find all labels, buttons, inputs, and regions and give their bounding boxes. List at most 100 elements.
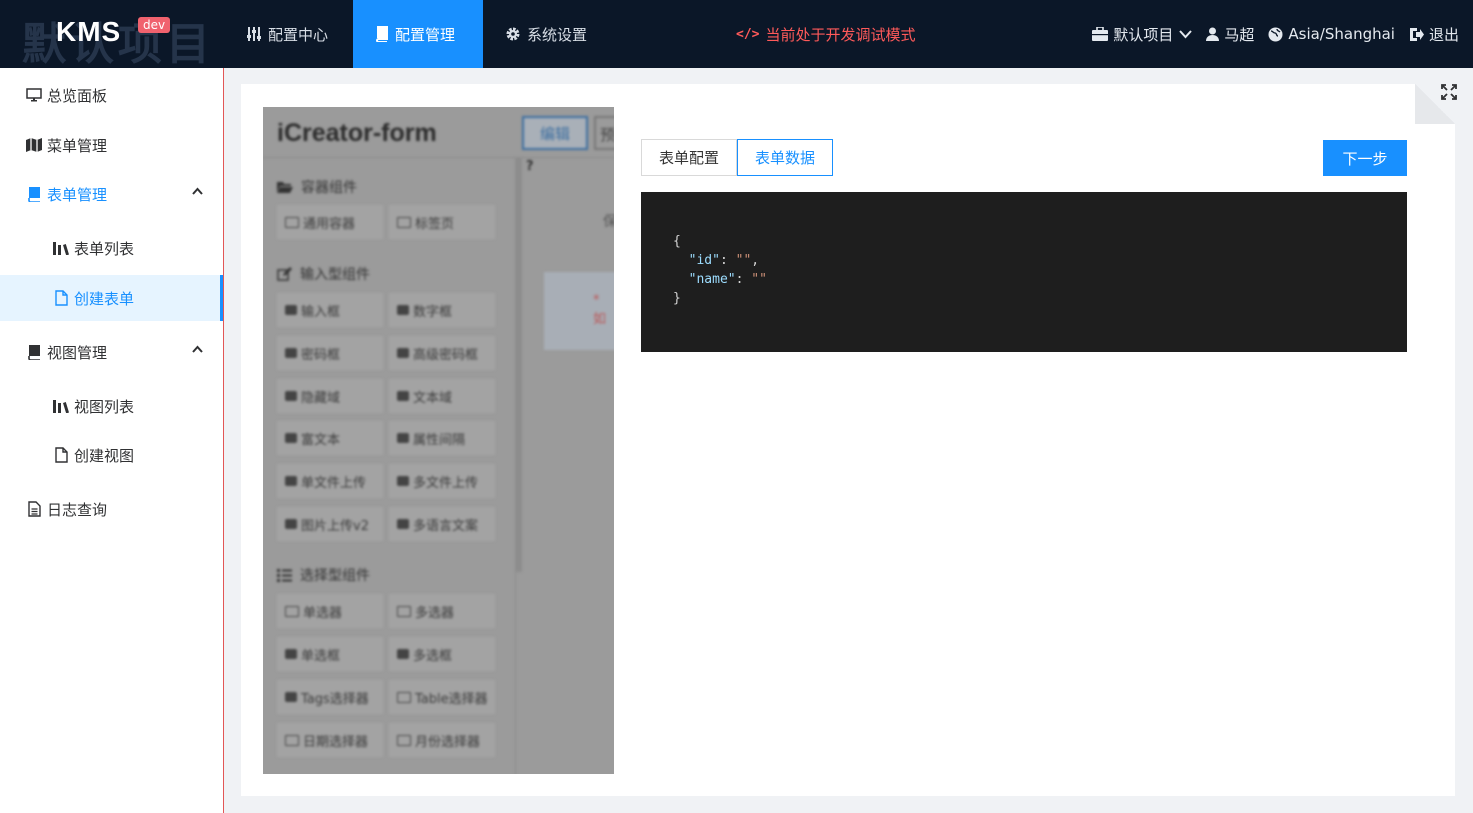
next-step-button[interactable]: 下一步 xyxy=(1323,140,1407,176)
timezone-selector[interactable]: Asia/Shanghai xyxy=(1268,25,1395,43)
json-open-brace: { xyxy=(673,234,681,249)
preview-component: 单选器 xyxy=(277,594,383,628)
preview-component: 多文件上传 xyxy=(389,464,495,498)
sidebar-item-label: 表单管理 xyxy=(47,185,108,204)
preview-component: 文本域 xyxy=(389,379,495,413)
nav-config-center[interactable]: 配置中心 xyxy=(224,0,350,68)
json-key: "name" xyxy=(688,272,736,287)
preview-component: 单文件上传 xyxy=(277,464,383,498)
book-icon xyxy=(375,26,389,42)
library-icon xyxy=(52,399,70,413)
preview-component: 密码框 xyxy=(277,336,383,370)
preview-component: 输入框 xyxy=(277,293,383,327)
user-name: 马超 xyxy=(1224,25,1255,44)
user-icon xyxy=(1206,27,1220,41)
preview-divider xyxy=(263,157,614,158)
sidebar-item-label: 视图列表 xyxy=(74,397,135,416)
sidebar-item-form-list[interactable]: 表单列表 xyxy=(0,225,223,271)
preview-category-label: 选择型组件 xyxy=(300,568,370,584)
sidebar-item-form-manage[interactable]: 表单管理 xyxy=(0,171,223,217)
preview-component: 多选框 xyxy=(389,637,495,671)
preview-category: 容器组件 xyxy=(277,177,357,197)
preview-second-label: 预 xyxy=(600,126,614,144)
preview-component: 日期选择器 xyxy=(277,723,383,757)
chevron-down-icon xyxy=(1179,29,1193,38)
file-icon xyxy=(52,447,70,463)
library-icon xyxy=(52,241,70,255)
book-icon xyxy=(25,186,43,202)
sidebar-item-create-form[interactable]: 创建表单 xyxy=(0,275,223,321)
edit-icon xyxy=(277,267,292,281)
globe-icon xyxy=(1268,27,1283,41)
sidebar-item-menu-manage[interactable]: 菜单管理 xyxy=(0,122,223,168)
nav-label: 配置中心 xyxy=(268,25,329,44)
form-tabs: 表单配置 表单数据 xyxy=(641,139,834,176)
sliders-icon xyxy=(246,26,262,42)
top-bar: 默认项目 KMS dev 配置中心 配置管理 系统设置 </> 当前处于开发调试… xyxy=(0,0,1473,68)
nav-label: 配置管理 xyxy=(395,25,456,44)
form-designer-preview: iCreator-form 编辑 预 ? 保 * 如 容器组件 通用容器 标签页 xyxy=(263,107,614,774)
file-icon xyxy=(52,290,70,306)
monitor-icon xyxy=(25,88,43,102)
preview-category-label: 输入型组件 xyxy=(300,267,370,283)
tab-form-data[interactable]: 表单数据 xyxy=(737,139,834,176)
code-icon: </> xyxy=(736,26,760,42)
preview-component: 高级密码框 xyxy=(389,336,495,370)
preview-category-label: 容器组件 xyxy=(301,180,357,196)
content-panel: iCreator-form 编辑 预 ? 保 * 如 容器组件 通用容器 标签页 xyxy=(241,84,1455,796)
brand-logo: KMS xyxy=(56,16,122,47)
json-preview[interactable]: { "id": "", "name": "" } xyxy=(641,192,1407,352)
preview-required-text: * 如 xyxy=(593,293,607,327)
book-icon xyxy=(25,344,43,360)
sidebar-item-view-list[interactable]: 视图列表 xyxy=(0,383,223,429)
sign-out-icon xyxy=(1409,27,1424,41)
nav-label: 系统设置 xyxy=(527,25,588,44)
logout-label: 退出 xyxy=(1428,25,1459,44)
sidebar-item-dashboard[interactable]: 总览面板 xyxy=(0,72,223,118)
sidebar-item-label: 总览面板 xyxy=(47,86,108,105)
preview-category: 选择型组件 xyxy=(277,565,370,585)
json-value: "" xyxy=(735,253,752,268)
preview-component: 数字框 xyxy=(389,293,495,327)
preview-component: 隐藏域 xyxy=(277,379,383,413)
sidebar-item-view-manage[interactable]: 视图管理 xyxy=(0,329,223,375)
nav-config-manage[interactable]: 配置管理 xyxy=(353,0,483,68)
json-line-id: "id": "", xyxy=(688,253,760,268)
preview-edit-button: 编辑 xyxy=(522,116,588,150)
json-close-brace: } xyxy=(673,291,681,306)
header-right: 默认项目 马超 Asia/Shanghai 退出 xyxy=(1092,0,1459,68)
json-key: "id" xyxy=(688,253,720,268)
sidebar-item-label: 视图管理 xyxy=(47,343,108,362)
preview-component: 多语言文案 xyxy=(389,507,495,541)
sidebar-item-log-query[interactable]: 日志查询 xyxy=(0,486,223,532)
preview-component: Table选择器 xyxy=(389,680,495,714)
chevron-up-icon xyxy=(192,345,203,353)
preview-component: Tags选择器 xyxy=(277,680,383,714)
sidebar-item-label: 表单列表 xyxy=(74,239,135,258)
tab-form-config[interactable]: 表单配置 xyxy=(641,139,738,176)
json-line-name: "name": "" xyxy=(688,272,767,287)
preview-second-button: 预 xyxy=(594,116,614,150)
preview-title: iCreator-form xyxy=(277,119,437,147)
preview-component: 通用容器 xyxy=(277,205,383,239)
list-icon xyxy=(277,568,292,582)
user-menu[interactable]: 马超 xyxy=(1206,24,1254,45)
sidebar-item-create-view[interactable]: 创建视图 xyxy=(0,432,223,478)
preview-component: 富文本 xyxy=(277,421,383,455)
folder-open-icon xyxy=(277,182,293,193)
sidebar-item-label: 日志查询 xyxy=(47,500,108,519)
chevron-up-icon xyxy=(192,187,203,195)
preview-component: 单选框 xyxy=(277,637,383,671)
sidebar-item-label: 创建表单 xyxy=(74,289,135,308)
sidebar: 总览面板 菜单管理 表单管理 表单列表 创建表单 视图管理 视图列表 创建视图 … xyxy=(0,68,224,813)
env-badge: dev xyxy=(138,17,171,33)
project-switcher[interactable]: 默认项目 xyxy=(1092,24,1193,45)
project-name: 默认项目 xyxy=(1113,25,1174,44)
json-value: "" xyxy=(751,272,767,287)
logout-button[interactable]: 退出 xyxy=(1409,24,1459,45)
fullscreen-icon[interactable] xyxy=(1441,84,1457,100)
brand[interactable]: 默认项目 KMS dev xyxy=(0,0,222,68)
briefcase-icon xyxy=(1092,27,1109,41)
dev-mode-text: 当前处于开发调试模式 xyxy=(765,25,916,44)
nav-system-settings[interactable]: 系统设置 xyxy=(483,0,609,68)
